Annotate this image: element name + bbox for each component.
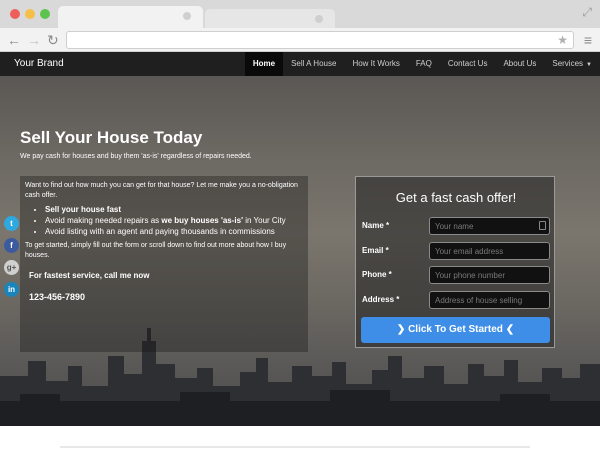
back-arrow-icon[interactable]: ←	[7, 31, 21, 49]
benefit-2-bold: we buy houses 'as-is'	[161, 216, 243, 225]
hero-title: Sell Your House Today	[20, 128, 203, 147]
phone-input[interactable]	[429, 266, 550, 284]
hero-subtitle: We pay cash for houses and buy them 'as-…	[20, 153, 252, 160]
address-row: Address *	[362, 291, 550, 309]
brand-logo[interactable]: Your Brand	[14, 52, 64, 76]
nav-item-about-us[interactable]: About Us	[495, 52, 544, 76]
address-input[interactable]	[429, 291, 550, 309]
list-item: Avoid listing with an agent and paying t…	[45, 226, 303, 237]
email-input[interactable]	[429, 242, 550, 260]
site-navbar: Your Brand Home Sell A House How It Work…	[0, 52, 600, 76]
nav-menu: Home Sell A House How It Works FAQ Conta…	[244, 52, 600, 76]
benefit-2-post: in Your City	[242, 216, 286, 225]
hamburger-menu-icon[interactable]: ≡	[584, 31, 592, 49]
reload-icon[interactable]: ↻	[47, 31, 59, 49]
nav-item-sell-a-house[interactable]: Sell A House	[283, 52, 344, 76]
close-window-icon[interactable]	[10, 9, 20, 19]
benefit-1: Sell your house fast	[45, 205, 122, 214]
tab-close-icon[interactable]	[315, 15, 323, 23]
star-icon[interactable]: ★	[557, 32, 568, 48]
minimize-window-icon[interactable]	[25, 9, 35, 19]
call-to-action-text: For fastest service, call me now	[29, 271, 150, 280]
google-plus-icon[interactable]: g+	[4, 260, 19, 275]
form-title: Get a fast cash offer!	[395, 190, 517, 205]
get-started-button[interactable]: ❯ Click To Get Started ❮	[361, 317, 550, 343]
browser-toolbar: ← → ↻ ★ ≡	[0, 28, 600, 52]
info-outro: To get started, simply fill out the form…	[25, 242, 287, 259]
nav-item-services[interactable]: Services ▼	[544, 52, 600, 76]
nav-item-how-it-works[interactable]: How It Works	[344, 52, 407, 76]
name-row: Name *	[362, 217, 550, 235]
twitter-icon[interactable]: t	[4, 216, 19, 231]
fullscreen-icon[interactable]: ⤢	[582, 5, 592, 20]
address-bar[interactable]: ★	[66, 31, 574, 49]
info-panel: Want to find out how much you can get fo…	[20, 176, 308, 352]
divider	[60, 446, 530, 448]
forward-arrow-icon[interactable]: →	[27, 31, 41, 49]
browser-tab-active[interactable]	[58, 6, 203, 28]
browser-tab-bar: ⤢	[0, 0, 600, 28]
list-item: Avoid making needed repairs as we buy ho…	[45, 215, 303, 226]
phone-label: Phone *	[362, 270, 392, 279]
facebook-icon[interactable]: f	[4, 238, 19, 253]
email-row: Email *	[362, 242, 550, 260]
caret-down-icon: ▼	[586, 62, 592, 68]
nav-item-contact-us[interactable]: Contact Us	[440, 52, 496, 76]
linkedin-icon[interactable]: in	[4, 282, 19, 297]
info-intro: Want to find out how much you can get fo…	[25, 182, 298, 199]
hero-section: Sell Your House Today We pay cash for ho…	[0, 76, 600, 426]
benefit-3: Avoid listing with an agent and paying t…	[45, 227, 275, 236]
benefit-2-pre: Avoid making needed repairs as	[45, 216, 162, 225]
phone-row: Phone *	[362, 266, 550, 284]
below-fold-area	[0, 426, 600, 450]
phone-number[interactable]: 123-456-7890	[29, 292, 303, 302]
contact-card-icon	[539, 221, 546, 230]
name-input[interactable]	[429, 217, 550, 235]
maximize-window-icon[interactable]	[40, 9, 50, 19]
cash-offer-form: Get a fast cash offer! Name * Email * Ph…	[355, 176, 555, 348]
tab-close-icon[interactable]	[183, 12, 191, 20]
address-label: Address *	[362, 295, 400, 304]
name-label: Name *	[362, 221, 390, 230]
nav-item-faq[interactable]: FAQ	[408, 52, 440, 76]
nav-item-home[interactable]: Home	[244, 52, 284, 76]
email-label: Email *	[362, 246, 389, 255]
list-item: Sell your house fast	[45, 204, 303, 215]
benefits-list: Sell your house fast Avoid making needed…	[25, 204, 303, 237]
browser-tab-new[interactable]	[205, 9, 335, 28]
nav-item-services-label: Services	[552, 59, 584, 68]
